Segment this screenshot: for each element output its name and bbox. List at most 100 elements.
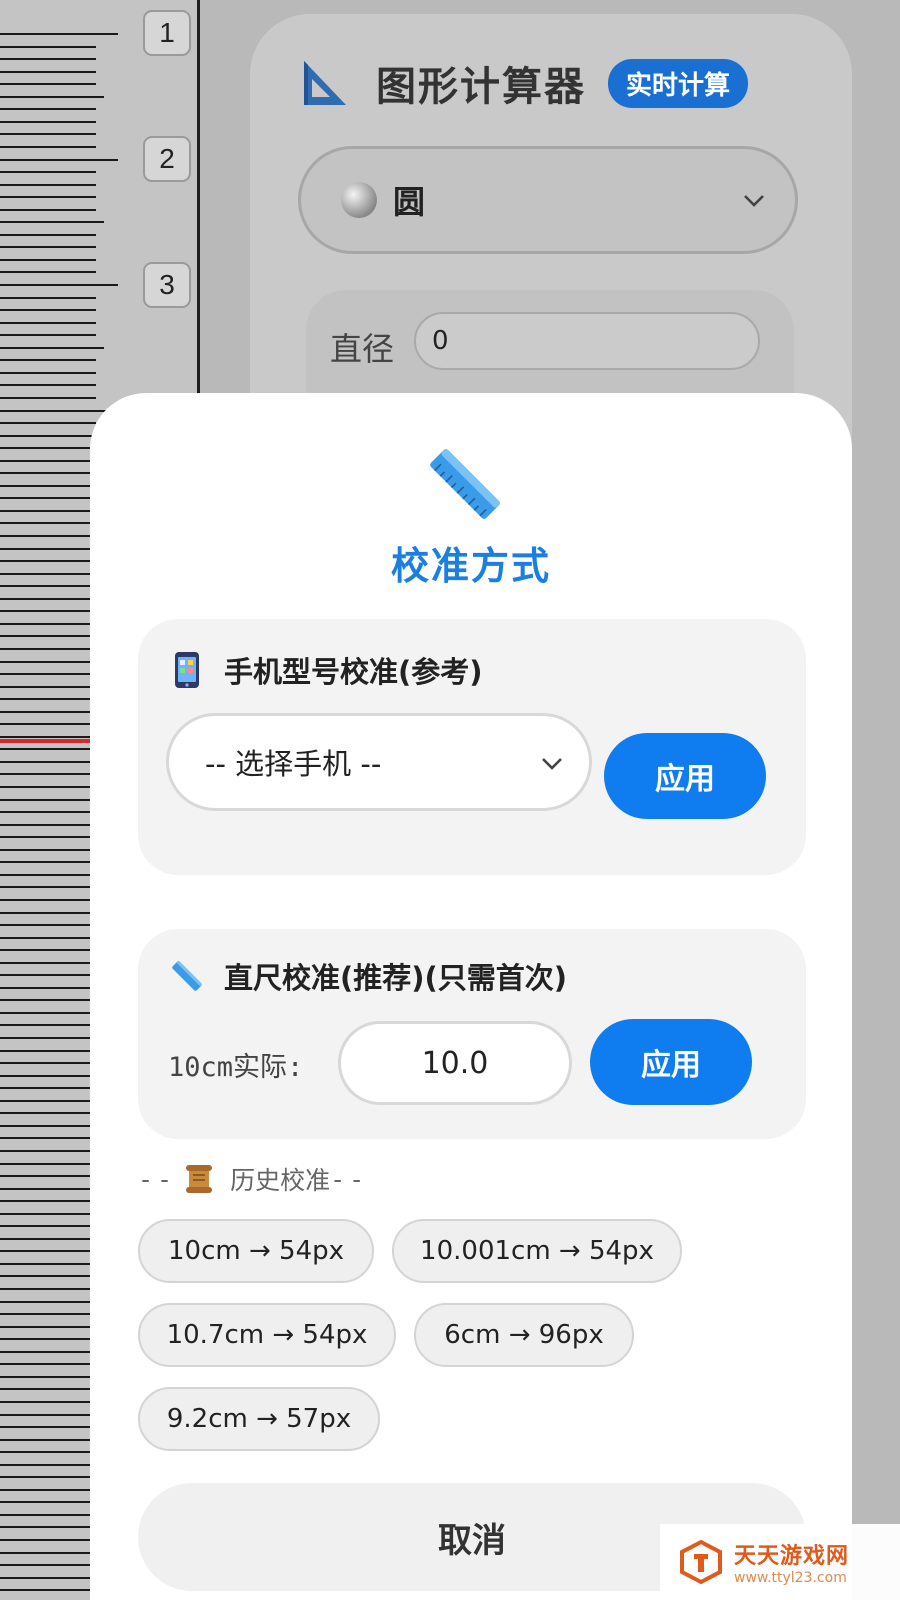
ruler-tick bbox=[0, 1464, 96, 1466]
ruler-tick bbox=[0, 460, 96, 462]
shape-select[interactable]: 圆 bbox=[298, 146, 798, 254]
history-chip[interactable]: 6cm → 96px bbox=[414, 1303, 634, 1367]
ruler-tick bbox=[0, 196, 96, 198]
ruler-tick bbox=[0, 1514, 96, 1516]
ruler-tick bbox=[0, 1012, 96, 1014]
ruler-tick bbox=[0, 1326, 96, 1328]
ruler-tick bbox=[0, 1451, 96, 1453]
history-chip[interactable]: 10.001cm → 54px bbox=[392, 1219, 682, 1283]
ruler-tick bbox=[0, 133, 96, 135]
ruler-tick bbox=[0, 1137, 96, 1139]
ruler-tick bbox=[0, 334, 96, 336]
phone-model-select[interactable]: -- 选择手机 -- bbox=[166, 713, 592, 811]
ruler-tick bbox=[0, 1351, 104, 1353]
ruler-tick bbox=[0, 1401, 96, 1403]
ruler-tick bbox=[0, 184, 96, 186]
ruler-tick bbox=[0, 723, 104, 725]
ruler-tick bbox=[0, 146, 96, 148]
mobile-phone-icon bbox=[175, 652, 199, 688]
ruler-tick bbox=[0, 623, 96, 625]
history-chip[interactable]: 10.7cm → 54px bbox=[138, 1303, 396, 1367]
ruler-tick bbox=[0, 322, 96, 324]
calculator-header: 图形计算器 实时计算 bbox=[298, 54, 749, 112]
realtime-badge: 实时计算 bbox=[608, 58, 749, 108]
ruler-tick bbox=[0, 1489, 96, 1491]
ruler-tick bbox=[0, 635, 96, 637]
ruler-tick bbox=[0, 485, 96, 487]
ruler-tick bbox=[0, 1263, 96, 1265]
phone-section-title: 手机型号校准(参考) bbox=[224, 655, 483, 689]
ruler-tick bbox=[0, 259, 96, 261]
site-watermark: 天天游戏网 www.ttyl23.com bbox=[660, 1524, 900, 1600]
ruler-tick bbox=[0, 1501, 96, 1503]
ruler-tick bbox=[0, 1238, 96, 1240]
ruler-tick bbox=[0, 359, 96, 361]
ruler-tick bbox=[0, 1388, 96, 1390]
ten-cm-actual-label: 10cm实际: bbox=[168, 1052, 304, 1083]
ruler-tick bbox=[0, 297, 96, 299]
ruler-tick bbox=[0, 309, 96, 311]
ruler-tick bbox=[0, 886, 96, 888]
ruler-tick bbox=[0, 874, 96, 876]
ruler-tick bbox=[0, 1225, 104, 1227]
ruler-tick bbox=[0, 799, 96, 801]
chevron-down-icon bbox=[542, 758, 562, 770]
calculator-title: 图形计算器 bbox=[376, 64, 586, 110]
ruler-tick bbox=[0, 472, 104, 474]
ten-cm-actual-input[interactable]: 10.0 bbox=[338, 1021, 572, 1105]
ruler-tick bbox=[0, 1250, 96, 1252]
ruler-tick bbox=[0, 221, 104, 223]
ruler-tick bbox=[0, 1301, 96, 1303]
ruler-tick bbox=[0, 1439, 96, 1441]
circle-shape-icon bbox=[341, 182, 377, 218]
ruler-tick bbox=[0, 510, 96, 512]
ruler-tick bbox=[0, 234, 96, 236]
ruler-tick bbox=[0, 271, 96, 273]
ruler-tick bbox=[0, 497, 96, 499]
ruler-tick bbox=[0, 159, 118, 161]
ruler-tick bbox=[0, 1150, 96, 1152]
ruler-marker-line[interactable] bbox=[0, 739, 96, 743]
ruler-tick bbox=[0, 1175, 96, 1177]
chevron-down-icon bbox=[744, 195, 764, 207]
ruler-tick bbox=[0, 1526, 96, 1528]
history-chip[interactable]: 9.2cm → 57px bbox=[138, 1387, 380, 1451]
ruler-tick bbox=[0, 71, 96, 73]
history-title: 历史校准 bbox=[230, 1166, 331, 1195]
history-chip[interactable]: 10cm → 54px bbox=[138, 1219, 374, 1283]
watermark-url: www.ttyl23.com bbox=[734, 1570, 847, 1586]
ruler-tick bbox=[0, 711, 96, 713]
ruler-tick bbox=[0, 861, 96, 863]
ruler-tick bbox=[0, 384, 96, 386]
ruler-tick bbox=[0, 522, 96, 524]
ruler-tick bbox=[0, 999, 96, 1001]
ruler-icon bbox=[172, 960, 202, 991]
ruler-tick bbox=[0, 698, 96, 700]
ruler-tick bbox=[0, 761, 96, 763]
scroll-icon bbox=[186, 1165, 213, 1193]
diameter-input[interactable]: 0 bbox=[414, 312, 760, 370]
ruler-apply-button[interactable]: 应用 bbox=[590, 1019, 752, 1105]
ruler-tick bbox=[0, 1476, 104, 1478]
ruler-tick bbox=[0, 811, 96, 813]
ruler-tick bbox=[0, 736, 96, 738]
ruler-tick bbox=[0, 171, 96, 173]
ruler-icon bbox=[430, 449, 500, 519]
ruler-tick bbox=[0, 1200, 96, 1202]
ruler-tick bbox=[0, 836, 96, 838]
ruler-tick bbox=[0, 1125, 96, 1127]
ruler-tick bbox=[0, 46, 96, 48]
ruler-tick bbox=[0, 1050, 96, 1052]
ruler-tick bbox=[0, 447, 96, 449]
ruler-tick bbox=[0, 673, 96, 675]
ruler-tick bbox=[0, 121, 96, 123]
phone-section-heading: 手机型号校准(参考) bbox=[172, 649, 483, 691]
ruler-tick bbox=[0, 937, 96, 939]
ruler-number: 2 bbox=[143, 136, 191, 182]
ruler-tick bbox=[0, 1564, 96, 1566]
ruler-tick bbox=[0, 1100, 104, 1102]
phone-apply-button[interactable]: 应用 bbox=[604, 733, 766, 819]
ruler-tick bbox=[0, 1024, 96, 1026]
ruler-tick bbox=[0, 284, 118, 286]
ruler-tick bbox=[0, 610, 96, 612]
